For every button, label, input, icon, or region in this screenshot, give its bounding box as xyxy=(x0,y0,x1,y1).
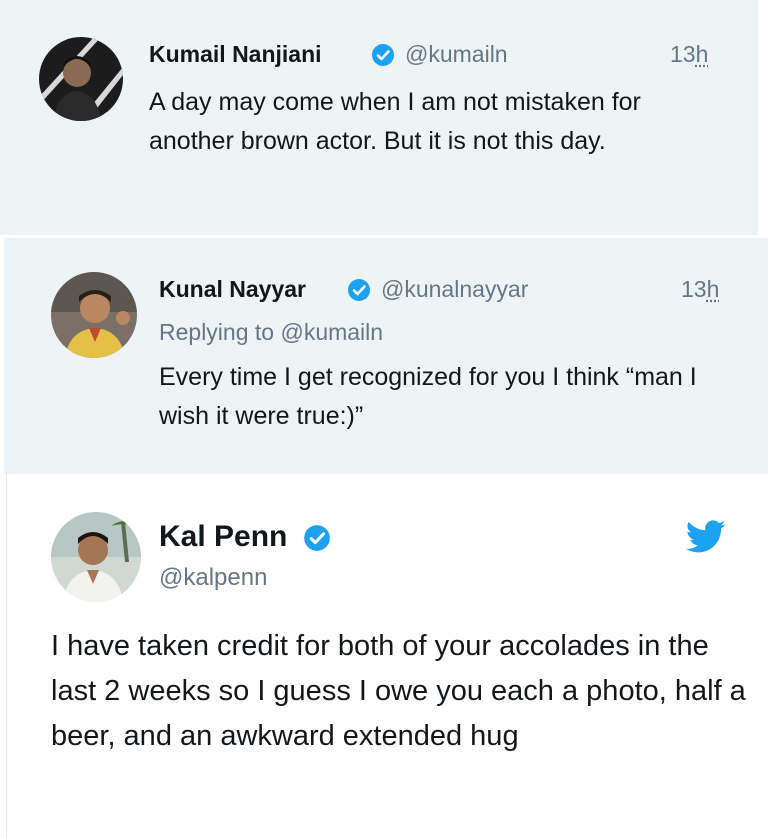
verified-badge-icon xyxy=(371,43,395,67)
verified-badge-icon xyxy=(303,524,331,552)
timestamp-number: 13 xyxy=(670,41,696,67)
avatar-image-kumail xyxy=(39,37,123,121)
twitter-bird-icon[interactable] xyxy=(685,520,726,554)
tweet-timestamp[interactable]: 13h xyxy=(670,41,708,68)
verified-badge-icon xyxy=(347,278,371,302)
tweet-text: A day may come when I am not mistaken fo… xyxy=(149,88,641,155)
replying-to-line: Replying to @kumailn xyxy=(159,319,383,346)
avatar[interactable] xyxy=(51,512,141,602)
avatar-image-kal xyxy=(51,512,141,602)
tweet-timestamp[interactable]: 13h xyxy=(681,276,719,303)
replying-to-mention[interactable]: @kumailn xyxy=(280,319,383,345)
user-handle[interactable]: @kalpenn xyxy=(159,564,267,592)
tweet-card-kumail[interactable]: Kumail Nanjiani @kumailn 13h A day may c… xyxy=(0,0,758,235)
user-handle[interactable]: @kumailn xyxy=(405,41,508,68)
timestamp-unit: h xyxy=(695,41,709,67)
tweet-text: I have taken credit for both of your acc… xyxy=(51,630,746,752)
display-name[interactable]: Kumail Nanjiani xyxy=(149,41,322,68)
timestamp-number: 13 xyxy=(681,276,707,302)
avatar-image-kunal xyxy=(51,272,137,358)
display-name[interactable]: Kal Penn xyxy=(159,520,287,554)
avatar[interactable] xyxy=(39,37,123,121)
user-handle[interactable]: @kunalnayyar xyxy=(381,276,528,303)
tweet-card-kunal[interactable]: Kunal Nayyar @kunalnayyar 13h Replying t… xyxy=(4,238,768,474)
replying-to-label: Replying to xyxy=(159,319,275,345)
avatar[interactable] xyxy=(51,272,137,358)
tweet-card-kal[interactable]: Kal Penn @kalpenn I have taken credit fo… xyxy=(6,474,768,839)
tweet-text: Every time I get recognized for you I th… xyxy=(159,363,697,430)
display-name[interactable]: Kunal Nayyar xyxy=(159,276,306,303)
timestamp-unit: h xyxy=(706,276,720,302)
